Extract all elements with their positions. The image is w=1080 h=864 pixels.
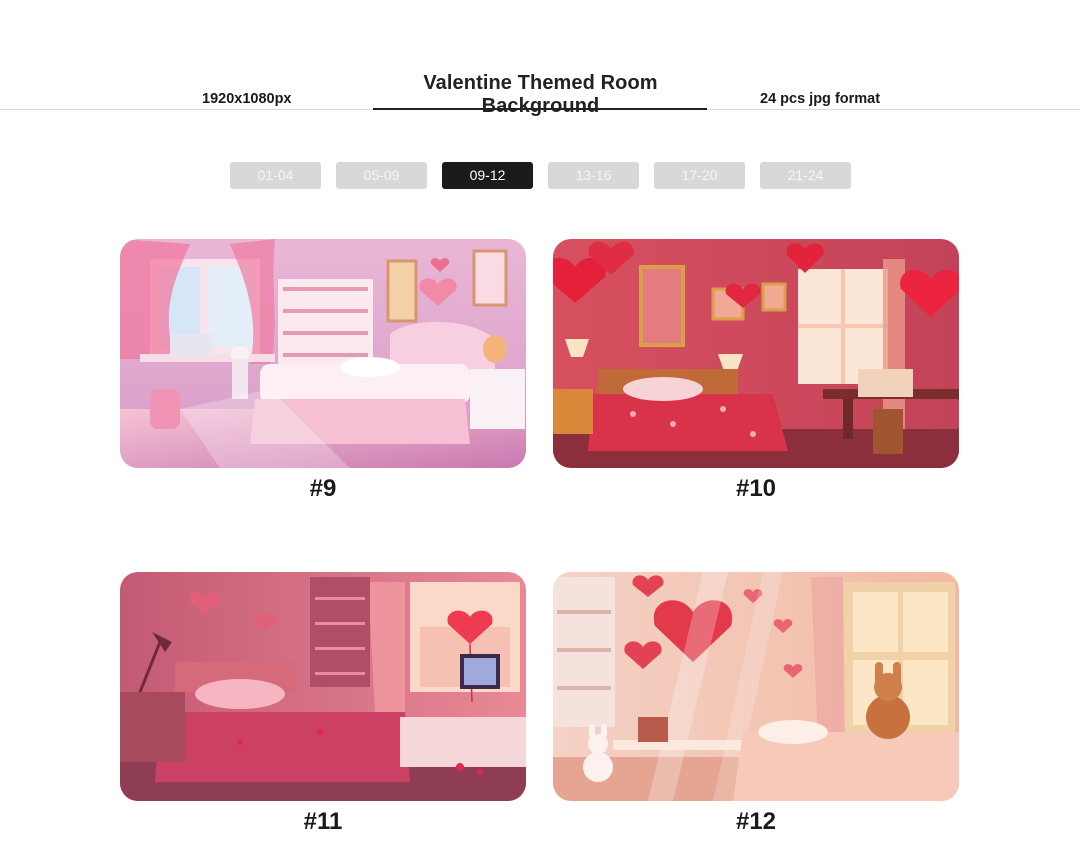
header: 1920x1080px Valentine Themed Room Backgr… bbox=[0, 0, 1080, 117]
rose-bedroom-heart-balloon-image bbox=[120, 572, 526, 801]
room-thumbnail[interactable] bbox=[120, 239, 526, 468]
page-button-13-16[interactable]: 13-16 bbox=[548, 162, 639, 189]
page-button-17-20[interactable]: 17-20 bbox=[654, 162, 745, 189]
room-thumbnail[interactable] bbox=[553, 239, 959, 468]
room-thumbnail[interactable] bbox=[553, 572, 959, 801]
gallery-caption: #11 bbox=[303, 808, 343, 835]
pastel-pink-bedroom-image bbox=[120, 239, 526, 468]
gallery-caption: #10 bbox=[735, 475, 777, 502]
pagination: 01-04 05-09 09-12 13-16 17-20 21-24 bbox=[0, 162, 1080, 189]
red-bedroom-heart-balloons-image bbox=[553, 239, 959, 468]
page-title: Valentine Themed Room Background bbox=[423, 72, 658, 117]
page-button-21-24[interactable]: 21-24 bbox=[760, 162, 851, 189]
page-button-09-12[interactable]: 09-12 bbox=[442, 162, 533, 189]
title-underline bbox=[373, 108, 707, 110]
cream-bedroom-bunny-plush-image bbox=[553, 572, 959, 801]
gallery-caption: #12 bbox=[735, 808, 777, 835]
room-thumbnail[interactable] bbox=[120, 572, 526, 801]
gallery-caption: #9 bbox=[309, 475, 337, 502]
resolution-label: 1920x1080px bbox=[202, 91, 292, 107]
format-label: 24 pcs jpg format bbox=[760, 91, 881, 107]
page-button-05-09[interactable]: 05-09 bbox=[336, 162, 427, 189]
page-button-01-04[interactable]: 01-04 bbox=[230, 162, 321, 189]
